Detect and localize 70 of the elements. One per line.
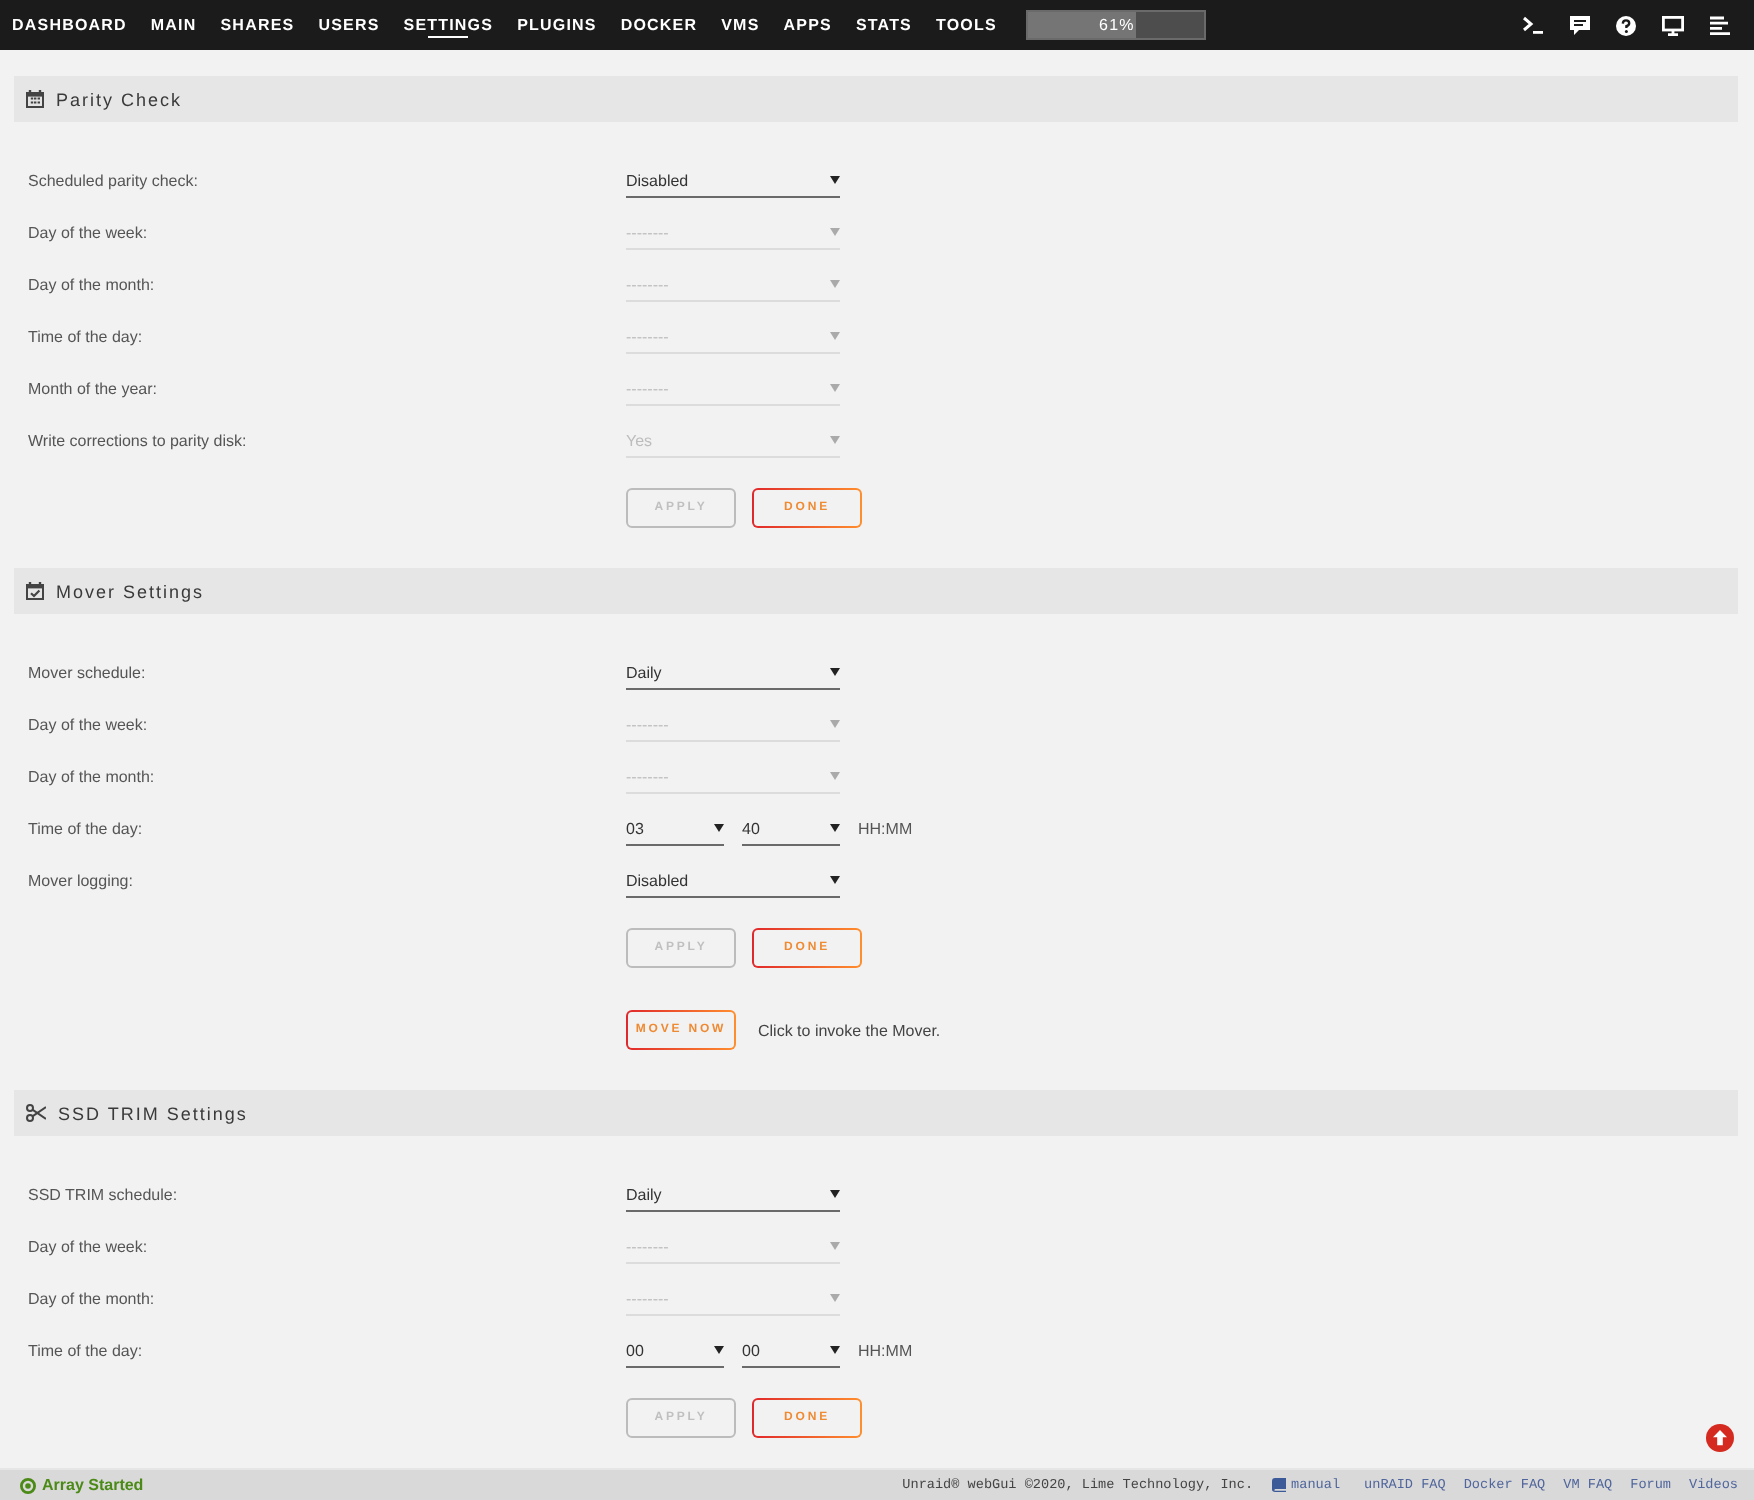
caret-icon: [830, 824, 840, 832]
field-label: Month of the year:: [28, 379, 157, 397]
scissors-icon: [26, 1104, 46, 1122]
field-label: Mover logging:: [28, 871, 133, 889]
list-icon[interactable]: [1710, 15, 1730, 35]
caret-icon: [830, 772, 840, 780]
caret-icon: [830, 228, 840, 236]
monitor-icon[interactable]: [1662, 15, 1684, 35]
caret-icon: [830, 332, 840, 340]
caret-icon: [714, 1346, 724, 1354]
nav-tab[interactable]: USERS: [318, 0, 380, 50]
select-field[interactable]: 00: [742, 1333, 840, 1367]
book-icon: [1271, 1478, 1286, 1492]
field-label: Day of the month:: [28, 275, 155, 293]
section-title: SSD TRIM Settings: [58, 1103, 248, 1123]
nav-tab[interactable]: MAIN: [150, 0, 197, 50]
progress-text: 61%: [1099, 14, 1135, 38]
status-icon: [20, 1477, 36, 1493]
select-field[interactable]: 03: [626, 811, 724, 845]
field-label: Mover schedule:: [28, 663, 146, 681]
caret-icon: [830, 720, 840, 728]
field-label: Time of the day:: [28, 819, 143, 837]
caret-icon: [830, 384, 840, 392]
unit-label: HH:MM: [858, 819, 913, 837]
caret-icon: [830, 1346, 840, 1354]
terminal-icon[interactable]: [1522, 16, 1544, 34]
calendar-check-icon: [26, 582, 44, 600]
select-field[interactable]: Disabled: [626, 863, 840, 897]
select-field[interactable]: 40: [742, 811, 840, 845]
section-title: Parity Check: [56, 89, 183, 109]
field-label: SSD TRIM schedule:: [28, 1185, 178, 1203]
chat-bubble-icon[interactable]: [1570, 15, 1590, 35]
nav-tab[interactable]: PLUGINS: [517, 0, 597, 50]
field-label: Day of the month:: [28, 1289, 155, 1307]
caret-icon: [830, 176, 840, 184]
nav-tab[interactable]: DOCKER: [620, 0, 698, 50]
field-label: Time of the day:: [28, 327, 143, 345]
status-text: Array Started: [42, 1476, 144, 1494]
caret-icon: [830, 280, 840, 288]
select-field[interactable]: Disabled: [626, 163, 840, 197]
caret-icon: [830, 1242, 840, 1250]
field-label: Day of the month:: [28, 767, 155, 785]
nav-tab[interactable]: DASHBOARD: [12, 0, 127, 50]
nav-tab[interactable]: STATS: [855, 0, 912, 50]
field-label: Time of the day:: [28, 1341, 143, 1359]
caret-icon: [830, 876, 840, 884]
select-field[interactable]: Daily: [626, 655, 840, 689]
field-label: Day of the week:: [28, 223, 148, 241]
select-field[interactable]: Daily: [626, 1177, 840, 1211]
caret-icon: [830, 668, 840, 676]
field-label: Day of the week:: [28, 715, 148, 733]
section-title: Mover Settings: [56, 581, 205, 601]
field-label: Scheduled parity check:: [28, 171, 198, 189]
calendar-icon: [26, 90, 44, 108]
nav-tab[interactable]: VMS: [721, 0, 760, 50]
nav-tab[interactable]: APPS: [783, 0, 832, 50]
caret-icon: [830, 1294, 840, 1302]
scroll-top-icon[interactable]: [1706, 1424, 1734, 1452]
hint-text: Click to invoke the Mover.: [758, 1021, 941, 1039]
caret-icon: [714, 824, 724, 832]
field-label: Day of the week:: [28, 1237, 148, 1255]
caret-icon: [830, 436, 840, 444]
field-label: Write corrections to parity disk:: [28, 431, 247, 449]
select-field[interactable]: 00: [626, 1333, 724, 1367]
nav-tab[interactable]: SHARES: [220, 0, 295, 50]
help-icon[interactable]: [1616, 15, 1636, 35]
nav-tab[interactable]: SETTINGS: [403, 0, 494, 50]
caret-icon: [830, 1190, 840, 1198]
unit-label: HH:MM: [858, 1341, 913, 1359]
nav-tab[interactable]: TOOLS: [936, 0, 997, 50]
